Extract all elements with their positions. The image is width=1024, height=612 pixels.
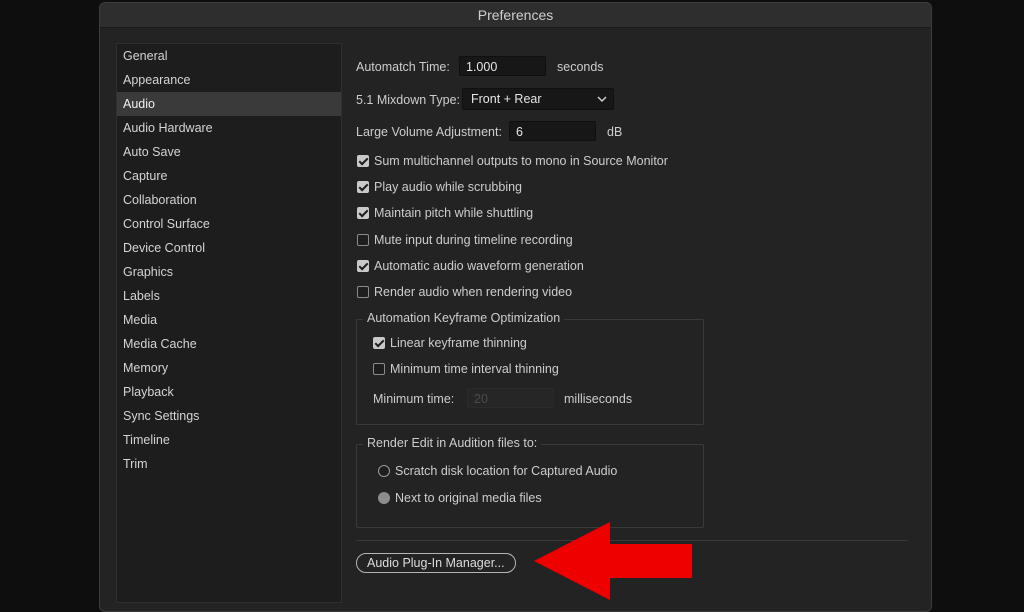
large-volume-input[interactable]: 6: [509, 121, 596, 141]
sidebar-item-audio[interactable]: Audio: [117, 92, 341, 116]
maintain-pitch-checkbox[interactable]: [357, 207, 369, 219]
sidebar-item-trim[interactable]: Trim: [117, 452, 341, 476]
sidebar-item-graphics[interactable]: Graphics: [117, 260, 341, 284]
min-interval-row[interactable]: Minimum time interval thinning: [373, 359, 559, 379]
window-title: Preferences: [100, 3, 931, 28]
automatch-time-input[interactable]: 1.000: [459, 56, 546, 76]
render-audio-checkbox[interactable]: [357, 286, 369, 298]
scratch-disk-label: Scratch disk location for Captured Audio: [395, 464, 618, 478]
chevron-down-icon: [597, 89, 607, 115]
min-time-input[interactable]: 20: [467, 388, 554, 408]
linear-thinning-label: Linear keyframe thinning: [390, 336, 527, 350]
sidebar-item-labels[interactable]: Labels: [117, 284, 341, 308]
sum-multichannel-checkbox[interactable]: [357, 155, 369, 167]
waveform-generation-checkbox[interactable]: [357, 260, 369, 272]
large-volume-label: Large Volume Adjustment:: [356, 125, 502, 139]
min-interval-checkbox[interactable]: [373, 363, 385, 375]
preferences-sidebar: General Appearance Audio Audio Hardware …: [116, 43, 342, 603]
min-time-label: Minimum time:: [373, 392, 455, 406]
next-to-original-row[interactable]: Next to original media files: [378, 488, 542, 508]
sidebar-item-appearance[interactable]: Appearance: [117, 68, 341, 92]
maintain-pitch-label: Maintain pitch while shuttling: [374, 206, 534, 220]
play-audio-scrubbing-label: Play audio while scrubbing: [374, 180, 523, 194]
automatch-time-unit: seconds: [557, 60, 604, 74]
scratch-disk-row[interactable]: Scratch disk location for Captured Audio: [378, 461, 617, 481]
min-time-unit: milliseconds: [564, 392, 633, 406]
sidebar-item-playback[interactable]: Playback: [117, 380, 341, 404]
min-interval-label: Minimum time interval thinning: [390, 362, 559, 376]
sidebar-item-device-control[interactable]: Device Control: [117, 236, 341, 260]
sidebar-item-timeline[interactable]: Timeline: [117, 428, 341, 452]
next-to-original-label: Next to original media files: [395, 491, 542, 505]
next-to-original-radio[interactable]: [378, 492, 390, 504]
sidebar-item-control-surface[interactable]: Control Surface: [117, 212, 341, 236]
scratch-disk-radio[interactable]: [378, 465, 390, 477]
waveform-generation-row[interactable]: Automatic audio waveform generation: [357, 256, 584, 276]
mute-input-row[interactable]: Mute input during timeline recording: [357, 230, 573, 250]
keyframe-optimization-title: Automation Keyframe Optimization: [363, 311, 565, 325]
waveform-generation-label: Automatic audio waveform generation: [374, 259, 584, 273]
sidebar-item-auto-save[interactable]: Auto Save: [117, 140, 341, 164]
sidebar-item-collaboration[interactable]: Collaboration: [117, 188, 341, 212]
play-audio-scrubbing-checkbox[interactable]: [357, 181, 369, 193]
mute-input-label: Mute input during timeline recording: [374, 233, 573, 247]
play-audio-scrubbing-row[interactable]: Play audio while scrubbing: [357, 177, 522, 197]
sidebar-item-audio-hardware[interactable]: Audio Hardware: [117, 116, 341, 140]
sidebar-item-general[interactable]: General: [117, 44, 341, 68]
render-audio-row[interactable]: Render audio when rendering video: [357, 282, 572, 302]
mixdown-type-label: 5.1 Mixdown Type:: [356, 93, 460, 107]
mute-input-checkbox[interactable]: [357, 234, 369, 246]
large-volume-unit: dB: [607, 125, 623, 139]
render-edit-title: Render Edit in Audition files to:: [363, 436, 542, 450]
audio-plugin-manager-button[interactable]: Audio Plug-In Manager...: [356, 553, 516, 573]
sum-multichannel-label: Sum multichannel outputs to mono in Sour…: [374, 154, 668, 168]
render-audio-label: Render audio when rendering video: [374, 285, 573, 299]
red-arrow-annotation: [534, 522, 692, 600]
sidebar-item-media-cache[interactable]: Media Cache: [117, 332, 341, 356]
mixdown-type-select[interactable]: Front + Rear: [462, 88, 614, 110]
sidebar-item-sync-settings[interactable]: Sync Settings: [117, 404, 341, 428]
preferences-dialog: Preferences General Appearance Audio Aud…: [99, 2, 932, 612]
keyframe-optimization-group: Automation Keyframe Optimization Linear …: [356, 311, 704, 425]
sidebar-item-media[interactable]: Media: [117, 308, 341, 332]
sidebar-item-capture[interactable]: Capture: [117, 164, 341, 188]
sidebar-item-memory[interactable]: Memory: [117, 356, 341, 380]
mixdown-type-value: Front + Rear: [471, 92, 542, 106]
maintain-pitch-row[interactable]: Maintain pitch while shuttling: [357, 203, 533, 223]
sum-multichannel-row[interactable]: Sum multichannel outputs to mono in Sour…: [357, 151, 668, 171]
automatch-time-label: Automatch Time:: [356, 60, 450, 74]
linear-thinning-checkbox[interactable]: [373, 337, 385, 349]
linear-thinning-row[interactable]: Linear keyframe thinning: [373, 333, 527, 353]
render-edit-group: Render Edit in Audition files to: Scratc…: [356, 436, 704, 528]
